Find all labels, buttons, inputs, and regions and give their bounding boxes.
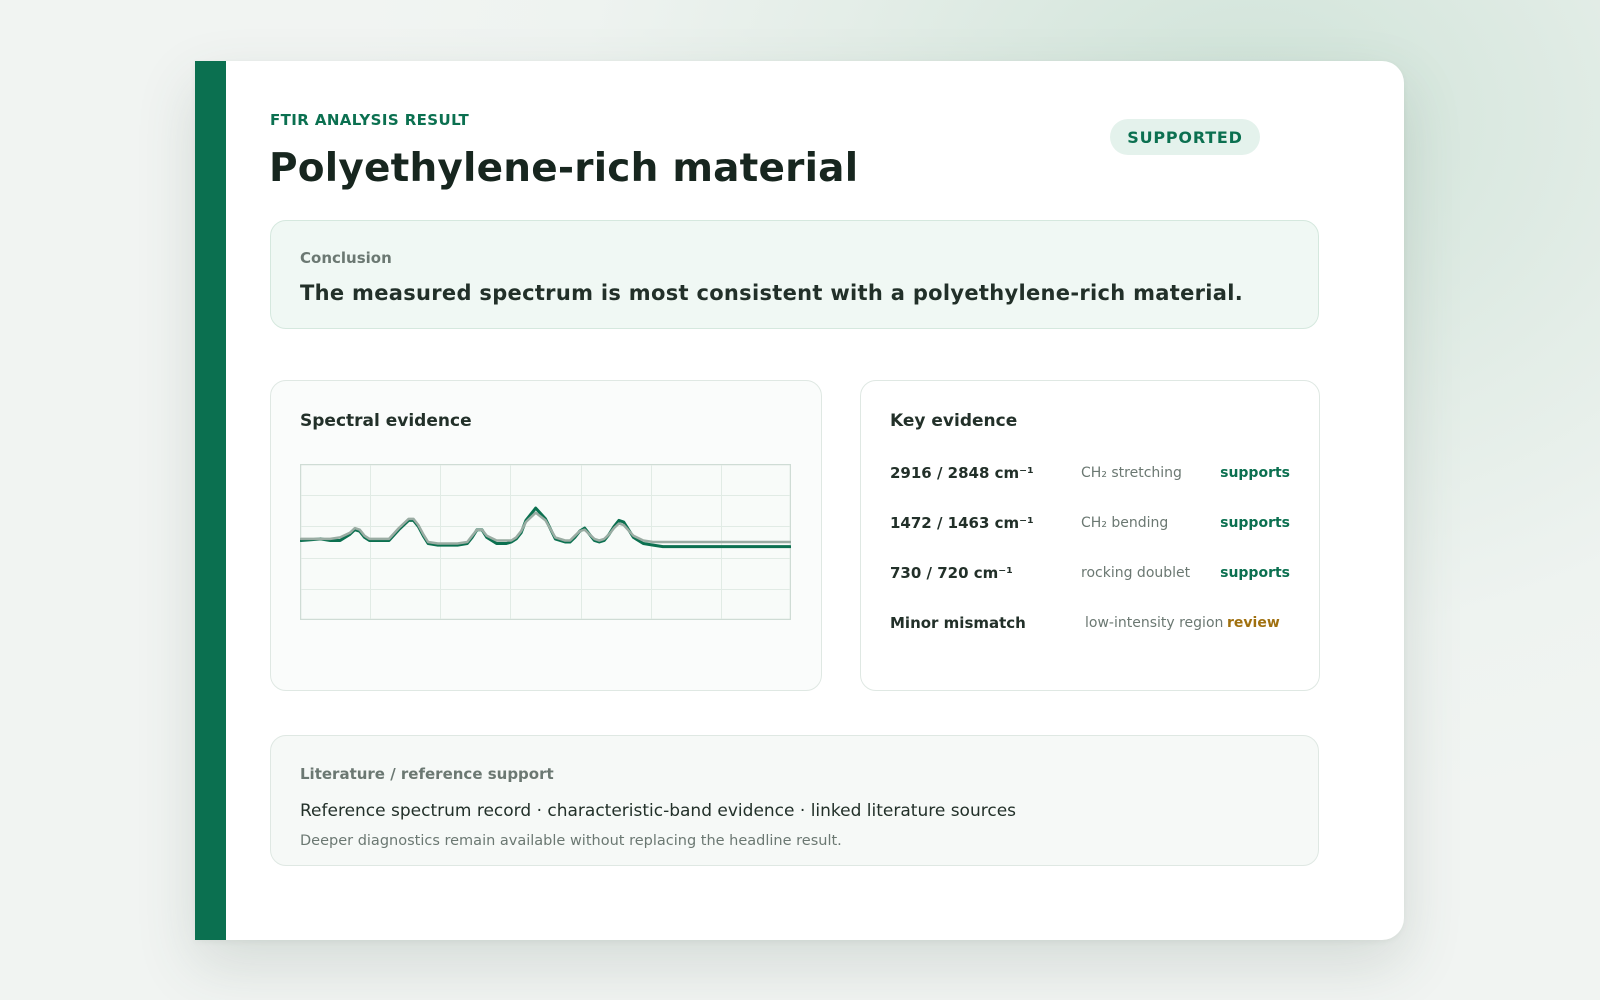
evidence-row: 2916 / 2848 cm⁻¹ CH₂ stretching supports [890,462,1290,484]
key-evidence-title: Key evidence [890,411,1018,431]
evidence-band: 2916 / 2848 cm⁻¹ [890,464,1034,482]
evidence-status: supports [1220,515,1290,531]
eyebrow-label: FTIR ANALYSIS RESULT [270,111,470,129]
evidence-band: 1472 / 1463 cm⁻¹ [890,514,1034,532]
evidence-band: Minor mismatch [890,614,1026,632]
evidence-row: 1472 / 1463 cm⁻¹ CH₂ bending supports [890,512,1290,534]
spectral-evidence-panel: Spectral evidence [270,380,822,691]
conclusion-text: The measured spectrum is most consistent… [300,281,1244,305]
evidence-row: 730 / 720 cm⁻¹ rocking doublet supports [890,562,1290,584]
conclusion-box: Conclusion The measured spectrum is most… [270,220,1319,329]
spectrum-chart [300,464,791,620]
result-card: FTIR ANALYSIS RESULT Polyethylene-rich m… [195,61,1404,940]
accent-bar [195,61,226,940]
status-badge: SUPPORTED [1110,119,1260,155]
evidence-row: Minor mismatch low-intensity region revi… [890,612,1290,634]
evidence-assignment: low-intensity region [1085,615,1224,631]
page-title: Polyethylene-rich material [269,146,859,191]
key-evidence-panel: Key evidence 2916 / 2848 cm⁻¹ CH₂ stretc… [860,380,1320,691]
conclusion-label: Conclusion [300,249,392,267]
evidence-status: supports [1220,465,1290,481]
evidence-assignment: CH₂ stretching [1081,465,1182,481]
evidence-band: 730 / 720 cm⁻¹ [890,564,1013,582]
evidence-status: supports [1220,565,1290,581]
literature-box: Literature / reference support Reference… [270,735,1319,866]
literature-label: Literature / reference support [300,765,554,783]
literature-sources: Reference spectrum record · characterist… [300,801,1017,821]
evidence-status-review: review [1227,615,1280,631]
spectral-evidence-title: Spectral evidence [300,411,472,431]
literature-note: Deeper diagnostics remain available with… [300,833,842,849]
evidence-assignment: CH₂ bending [1081,515,1169,531]
evidence-assignment: rocking doublet [1081,565,1191,581]
